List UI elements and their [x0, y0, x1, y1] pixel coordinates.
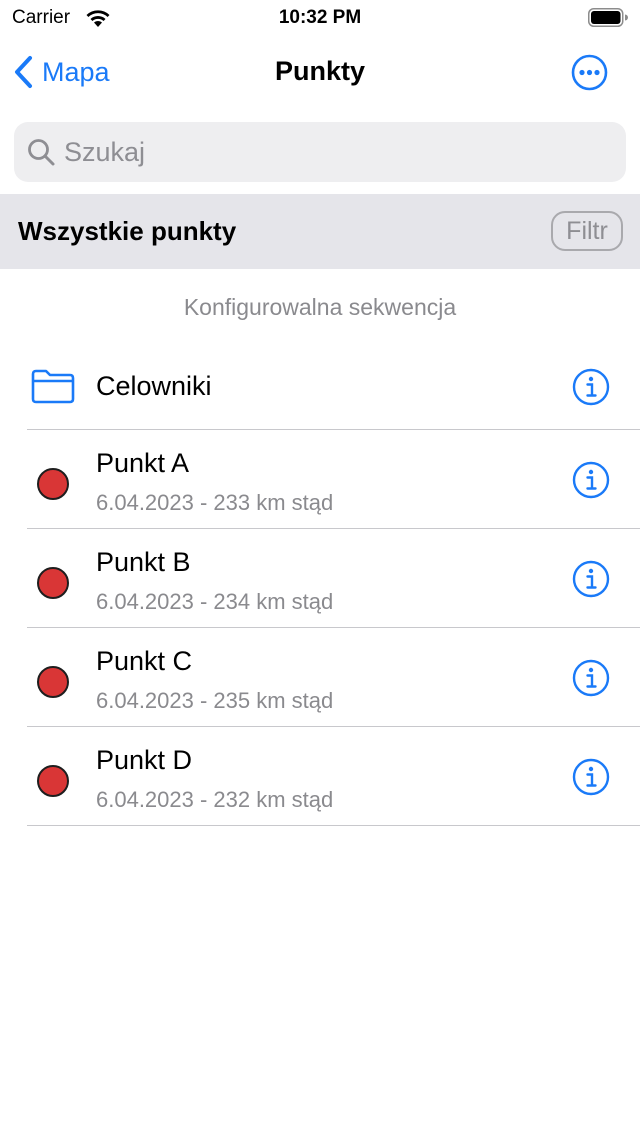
point-details: 6.04.2023 - 233 km stąd [96, 490, 334, 515]
navigation-bar: Mapa Punkty [0, 40, 640, 106]
point-name: Punkt D [96, 745, 193, 775]
point-name: Punkt B [96, 547, 191, 577]
point-row-a[interactable]: Punkt A 6.04.2023 - 233 km stąd [0, 430, 640, 529]
point-row-d[interactable]: Punkt D 6.04.2023 - 232 km stąd [0, 727, 640, 826]
row-divider [27, 825, 640, 826]
info-icon[interactable] [572, 560, 610, 598]
point-name: Punkt A [96, 448, 190, 478]
points-list: Celowniki Punkt A 6.04.2023 - 233 km stą… [0, 337, 640, 826]
info-icon[interactable] [572, 758, 610, 796]
folder-row[interactable]: Celowniki [0, 337, 640, 430]
more-options-button[interactable] [571, 54, 608, 91]
point-row-c[interactable]: Punkt C 6.04.2023 - 235 km stąd [0, 628, 640, 727]
info-icon[interactable] [572, 368, 610, 406]
folder-icon [31, 369, 75, 404]
page-title: Punkty [274, 56, 366, 86]
battery-icon [588, 8, 628, 27]
point-marker-icon [37, 468, 69, 500]
point-row-b[interactable]: Punkt B 6.04.2023 - 234 km stąd [0, 529, 640, 628]
point-details: 6.04.2023 - 234 km stąd [96, 589, 334, 614]
sort-caption: Konfigurowalna sekwencja [183, 294, 457, 320]
point-marker-icon [37, 567, 69, 599]
point-marker-icon [37, 666, 69, 698]
folder-name: Celowniki [96, 371, 212, 401]
point-details: 6.04.2023 - 235 km stąd [96, 688, 334, 713]
info-icon[interactable] [572, 659, 610, 697]
point-marker-icon [37, 765, 69, 797]
status-bar: Carrier 10:32 PM [0, 0, 640, 40]
section-title: Wszystkie punkty [18, 216, 237, 246]
info-icon[interactable] [572, 461, 610, 499]
section-header: Wszystkie punkty Filtr [0, 194, 640, 269]
search-input[interactable] [64, 136, 604, 168]
search-bar[interactable] [14, 122, 626, 182]
search-icon [28, 139, 55, 166]
filter-button[interactable]: Filtr [551, 211, 623, 251]
point-name: Punkt C [96, 646, 193, 676]
status-time: 10:32 PM [278, 7, 362, 28]
point-details: 6.04.2023 - 232 km stąd [96, 787, 334, 812]
